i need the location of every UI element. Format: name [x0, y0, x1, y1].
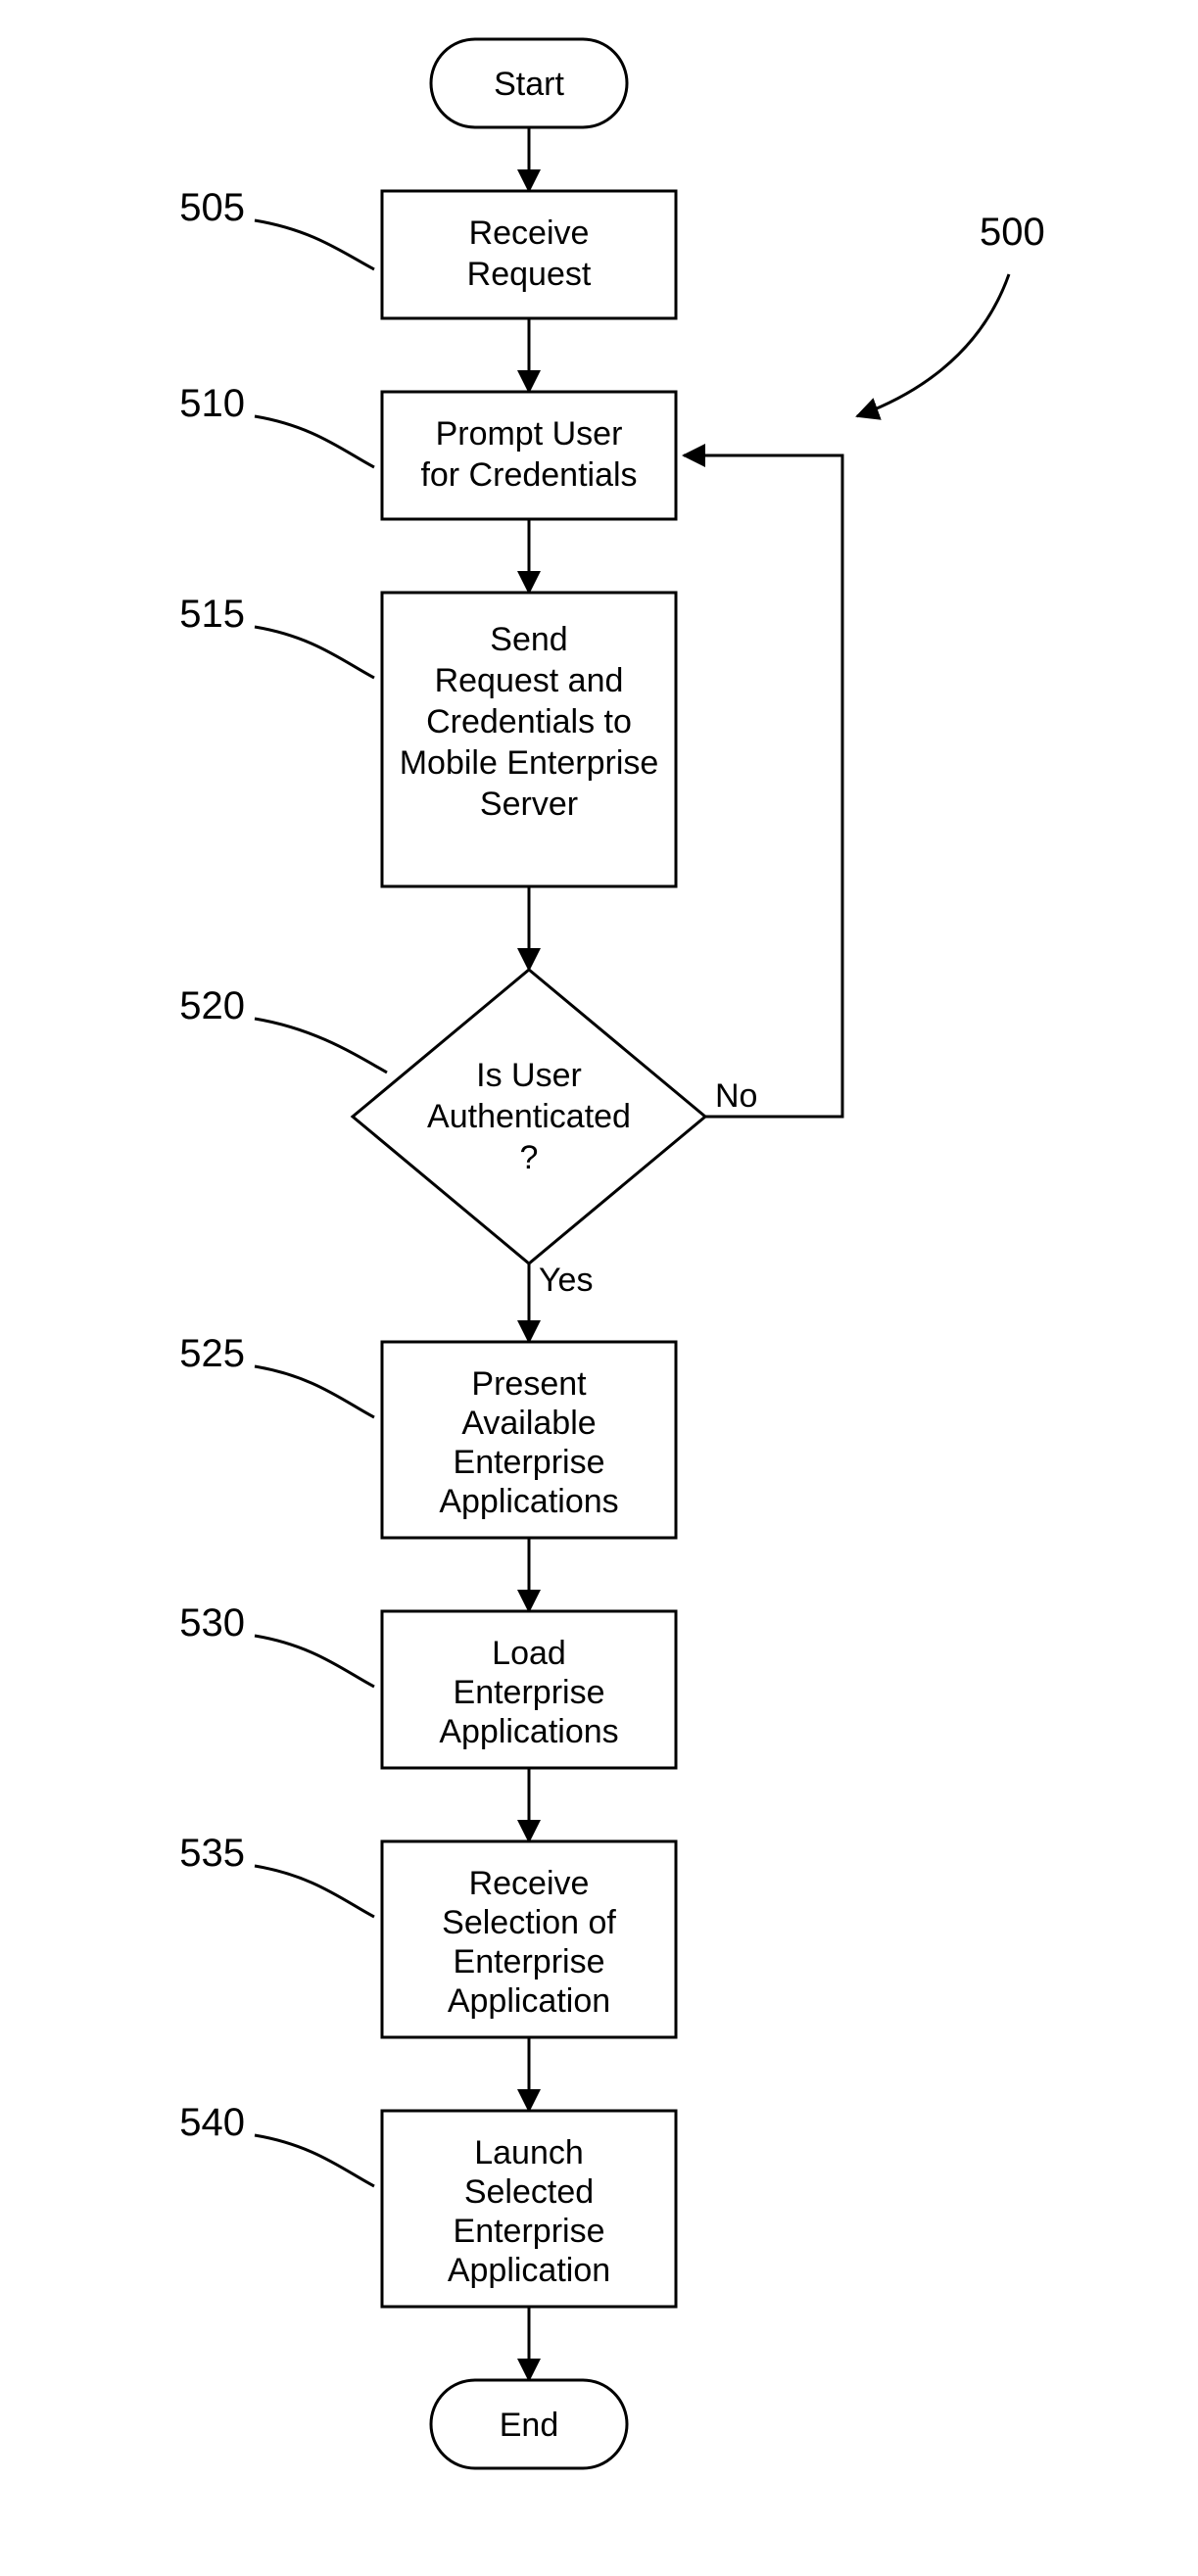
ref-540: 540 [179, 2101, 245, 2144]
ref-535: 535 [179, 1832, 245, 1875]
node-515-text4: Mobile Enterprise [400, 744, 659, 782]
ref-515: 515 [179, 593, 245, 636]
node-525-text2: Available [461, 1405, 596, 1442]
start-label: Start [494, 66, 564, 103]
leader-515 [255, 627, 374, 678]
node-530-text2: Enterprise [454, 1674, 605, 1711]
node-525-text1: Present [471, 1365, 587, 1403]
node-535-text4: Application [448, 1982, 610, 2020]
node-540-text2: Selected [464, 2173, 594, 2211]
node-535-text2: Selection of [442, 1904, 616, 1941]
node-515-text5: Server [480, 786, 578, 823]
leader-535 [255, 1866, 374, 1917]
ref-525: 525 [179, 1332, 245, 1375]
node-520-text3: ? [520, 1139, 539, 1176]
node-525-text4: Applications [439, 1483, 618, 1520]
ref-figure: 500 [980, 211, 1045, 254]
leader-510 [255, 416, 374, 467]
node-510-text2: for Credentials [420, 456, 637, 494]
node-530-text1: Load [492, 1635, 566, 1672]
leader-525 [255, 1366, 374, 1417]
node-515-text1: Send [490, 621, 567, 658]
flowchart: Start Receive Request 505 Prompt User fo… [0, 0, 1198, 2576]
node-535-text3: Enterprise [454, 1943, 605, 1980]
node-515-text2: Request and [435, 662, 624, 699]
ref-520: 520 [179, 984, 245, 1027]
node-520-text1: Is User [476, 1057, 582, 1094]
leader-530 [255, 1636, 374, 1687]
node-530-text3: Applications [439, 1713, 618, 1750]
ref-510: 510 [179, 382, 245, 425]
node-540-text1: Launch [474, 2134, 584, 2171]
leader-540 [255, 2135, 374, 2186]
node-520-text2: Authenticated [427, 1098, 631, 1135]
leader-figure [857, 274, 1009, 416]
edge-yes-label: Yes [539, 1262, 593, 1299]
node-515-text3: Credentials to [426, 703, 632, 740]
leader-505 [255, 220, 374, 269]
leader-520 [255, 1019, 387, 1073]
ref-505: 505 [179, 186, 245, 229]
edge-no [684, 455, 842, 1117]
node-535-text1: Receive [469, 1865, 590, 1902]
ref-530: 530 [179, 1601, 245, 1645]
edge-no-label: No [715, 1077, 757, 1115]
node-525-text3: Enterprise [454, 1444, 605, 1481]
node-505-text1: Receive [469, 215, 590, 252]
node-510-text1: Prompt User [436, 415, 623, 453]
node-540-text4: Application [448, 2252, 610, 2289]
node-505-text2: Request [467, 256, 592, 293]
end-label: End [500, 2407, 559, 2444]
node-540-text3: Enterprise [454, 2213, 605, 2250]
